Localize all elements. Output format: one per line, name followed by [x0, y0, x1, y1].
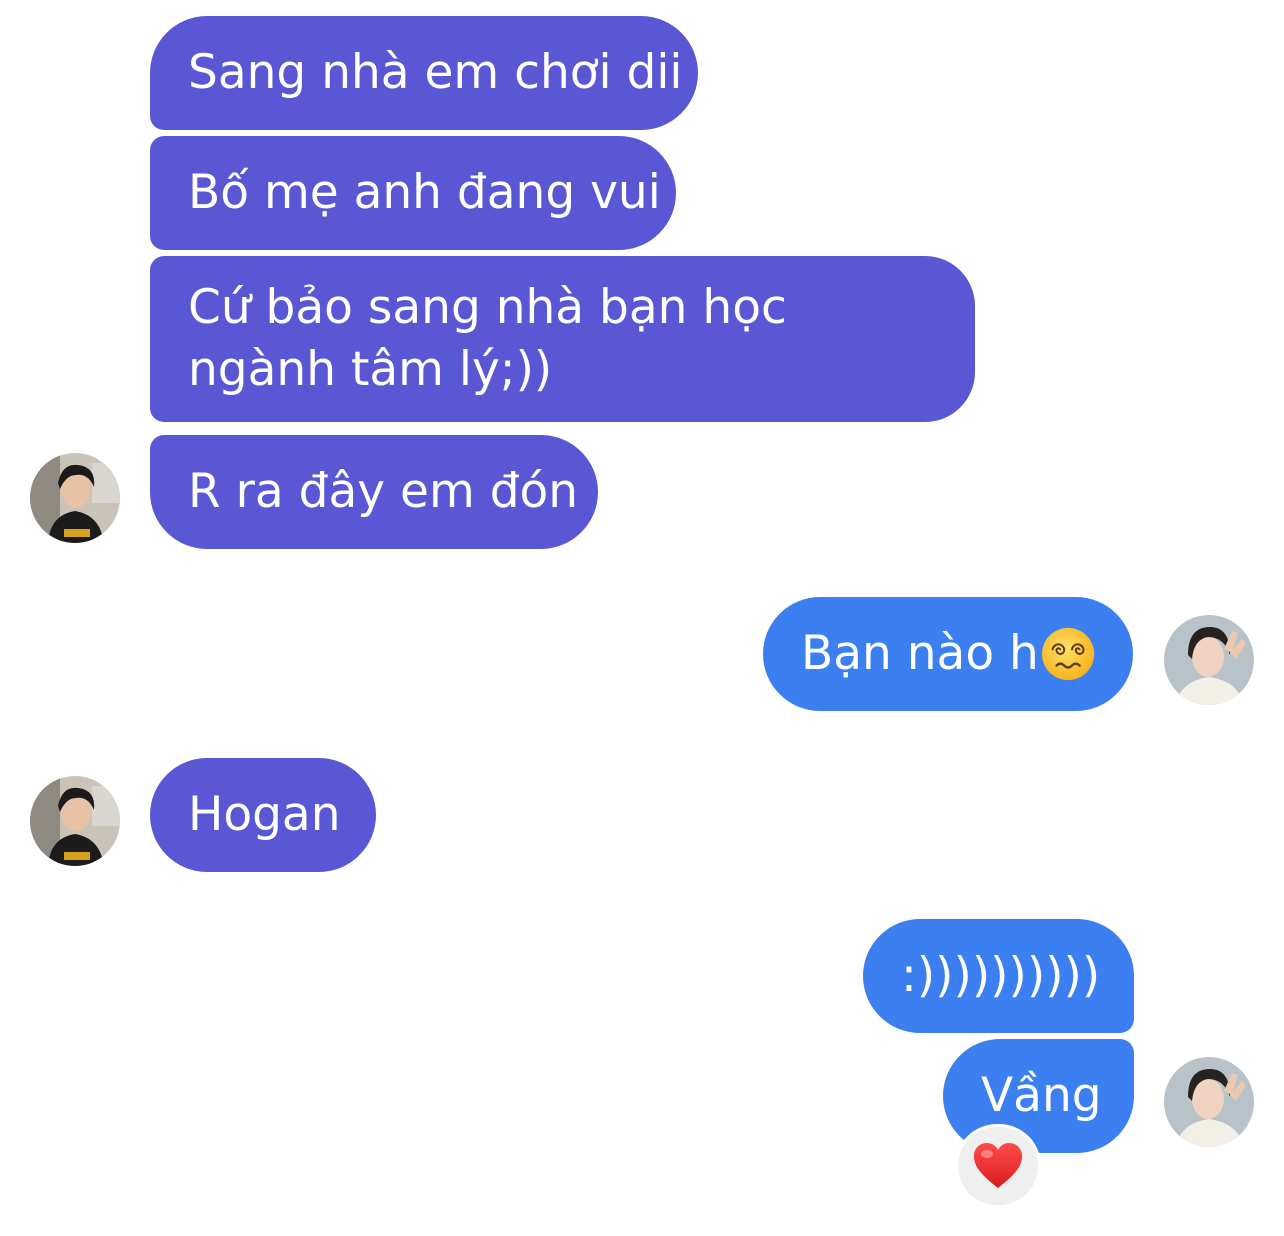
- message-bubble-incoming[interactable]: R ra đây em đón: [150, 435, 598, 549]
- contact-avatar[interactable]: [30, 776, 120, 866]
- message-bubble-incoming[interactable]: Bố mẹ anh đang vui: [150, 136, 676, 250]
- contact-avatar-image: [30, 776, 120, 866]
- message-text: Cứ bảo sang nhà bạn học ngành tâm lý;)): [188, 280, 787, 397]
- my-avatar[interactable]: [1164, 615, 1254, 705]
- my-avatar[interactable]: [1164, 1057, 1254, 1147]
- red-heart-icon: [974, 1143, 1022, 1188]
- message-text: Vầng: [981, 1068, 1102, 1123]
- message-text: R ra đây em đón: [188, 464, 579, 519]
- message-bubble-incoming[interactable]: Cứ bảo sang nhà bạn học ngành tâm lý;)): [150, 256, 975, 422]
- message-bubble-incoming[interactable]: Hogan: [150, 758, 376, 872]
- message-text: Hogan: [188, 787, 341, 842]
- message-text: Bạn nào h: [801, 626, 1039, 681]
- message-text: Sang nhà em chơi dii: [188, 45, 683, 100]
- reaction-badge[interactable]: [955, 1124, 1041, 1208]
- message-bubble-outgoing[interactable]: :)))))))))): [863, 919, 1134, 1033]
- message-text: :)))))))))): [901, 948, 1101, 1003]
- contact-avatar-image: [30, 453, 120, 543]
- contact-avatar[interactable]: [30, 453, 120, 543]
- message-bubble-incoming[interactable]: Sang nhà em chơi dii: [150, 16, 698, 130]
- my-avatar-image: [1164, 1057, 1254, 1147]
- message-bubble-outgoing[interactable]: Bạn nào h: [763, 597, 1133, 711]
- message-text: Bố mẹ anh đang vui: [188, 165, 661, 220]
- dizzy-face-icon: [1041, 627, 1095, 681]
- my-avatar-image: [1164, 615, 1254, 705]
